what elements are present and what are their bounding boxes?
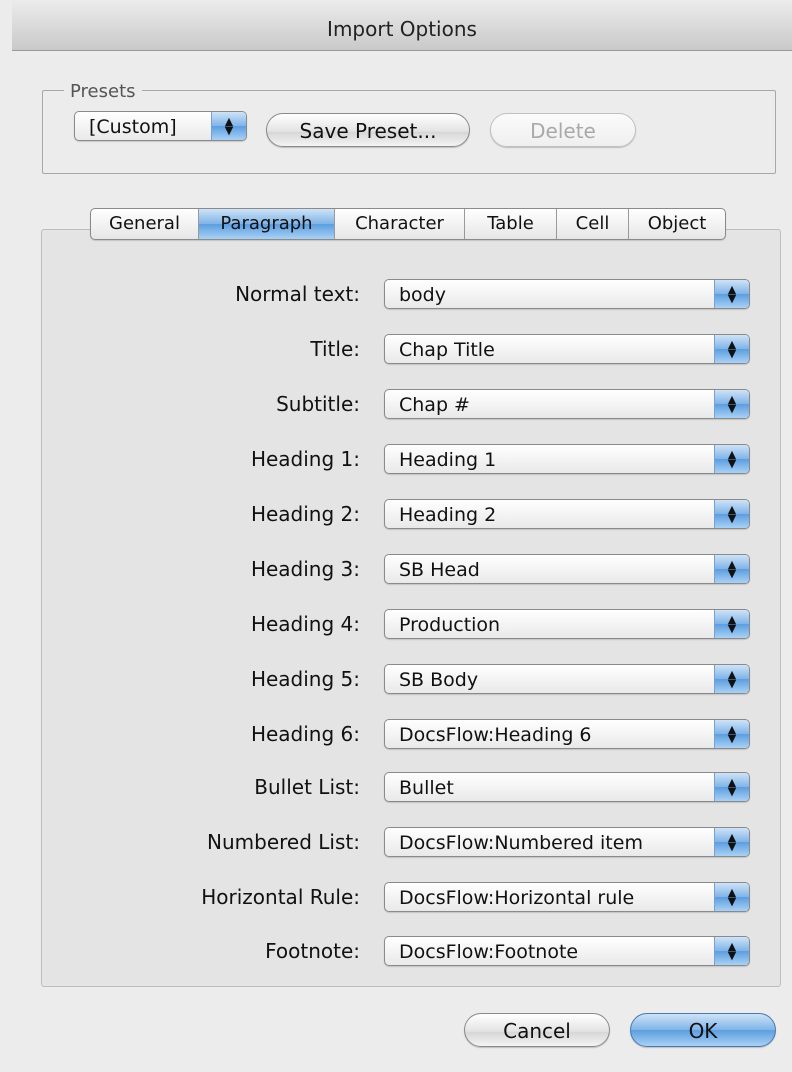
heading-2-select[interactable]: Heading 2 ▲ ▼ — [384, 499, 750, 529]
select-value: Heading 1 — [399, 449, 497, 471]
tab-general[interactable]: General — [91, 209, 199, 239]
updown-arrows-icon: ▲ ▼ — [714, 720, 749, 748]
updown-arrows-icon: ▲ ▼ — [714, 335, 749, 363]
updown-arrows-icon: ▲ ▼ — [714, 828, 749, 856]
normal-text-select[interactable]: body ▲ ▼ — [384, 279, 750, 309]
row-label-horizontal-rule: Horizontal Rule: — [201, 885, 360, 909]
subtitle-select[interactable]: Chap # ▲ ▼ — [384, 389, 750, 419]
updown-arrows-icon: ▲ ▼ — [714, 665, 749, 693]
updown-arrows-icon: ▲ ▼ — [714, 445, 749, 473]
updown-arrows-icon: ▲ ▼ — [714, 555, 749, 583]
row-label-heading-4: Heading 4: — [250, 612, 360, 636]
row-label-numbered-list: Numbered List: — [207, 830, 360, 854]
updown-arrows-icon: ▲ ▼ — [714, 937, 749, 965]
ok-button[interactable]: OK — [630, 1013, 776, 1047]
row-label-heading-3: Heading 3: — [250, 557, 360, 581]
select-value: Chap Title — [399, 339, 495, 361]
row-label-footnote: Footnote: — [265, 939, 360, 963]
row-label-bullet-list: Bullet List: — [254, 775, 360, 799]
select-value: Production — [399, 614, 501, 636]
row-label-heading-6: Heading 6: — [250, 722, 360, 746]
preset-select-value: [Custom] — [89, 116, 177, 138]
select-value: Chap # — [399, 394, 470, 416]
updown-arrows-icon: ▲ ▼ — [714, 610, 749, 638]
numbered-list-select[interactable]: DocsFlow:Numbered item ▲ ▼ — [384, 827, 750, 857]
dialog-body: Presets [Custom] ▲ ▼ Save Preset... Delet… — [12, 51, 792, 1072]
updown-arrows-icon: ▲ ▼ — [714, 500, 749, 528]
row-label-heading-1: Heading 1: — [250, 447, 360, 471]
tab-character[interactable]: Character — [335, 209, 465, 239]
select-value: DocsFlow:Numbered item — [399, 832, 643, 854]
select-value: DocsFlow:Horizontal rule — [399, 887, 635, 909]
title-select[interactable]: Chap Title ▲ ▼ — [384, 334, 750, 364]
row-label-subtitle: Subtitle: — [276, 392, 360, 416]
updown-arrows-icon: ▲ ▼ — [714, 390, 749, 418]
select-value: SB Head — [399, 559, 480, 581]
row-label-heading-2: Heading 2: — [250, 502, 360, 526]
updown-arrows-icon: ▲ ▼ — [211, 112, 246, 140]
heading-3-select[interactable]: SB Head ▲ ▼ — [384, 554, 750, 584]
select-value: Bullet — [399, 777, 454, 799]
updown-arrows-icon: ▲ ▼ — [714, 773, 749, 801]
row-label-normal-text: Normal text: — [235, 282, 360, 306]
tab-paragraph[interactable]: Paragraph — [199, 209, 335, 239]
heading-1-select[interactable]: Heading 1 ▲ ▼ — [384, 444, 750, 474]
footnote-select[interactable]: DocsFlow:Footnote ▲ ▼ — [384, 936, 750, 966]
updown-arrows-icon: ▲ ▼ — [714, 883, 749, 911]
tab-bar: General Paragraph Character Table Cell O… — [90, 208, 726, 240]
cancel-button[interactable]: Cancel — [464, 1013, 610, 1047]
window-title: Import Options — [12, 0, 792, 51]
select-value: SB Body — [399, 669, 479, 691]
heading-6-select[interactable]: DocsFlow:Heading 6 ▲ ▼ — [384, 719, 750, 749]
horizontal-rule-select[interactable]: DocsFlow:Horizontal rule ▲ ▼ — [384, 882, 750, 912]
delete-preset-button[interactable]: Delete — [490, 113, 636, 147]
row-label-title: Title: — [310, 337, 360, 361]
updown-arrows-icon: ▲ ▼ — [714, 280, 749, 308]
tab-cell[interactable]: Cell — [557, 209, 629, 239]
heading-5-select[interactable]: SB Body ▲ ▼ — [384, 664, 750, 694]
preset-select[interactable]: [Custom] ▲ ▼ — [74, 111, 247, 141]
presets-legend: Presets — [64, 81, 142, 102]
select-value: DocsFlow:Heading 6 — [399, 724, 592, 746]
select-value: body — [399, 284, 446, 306]
tab-table[interactable]: Table — [465, 209, 557, 239]
select-value: Heading 2 — [399, 504, 497, 526]
bullet-list-select[interactable]: Bullet ▲ ▼ — [384, 772, 750, 802]
select-value: DocsFlow:Footnote — [399, 941, 579, 963]
row-label-heading-5: Heading 5: — [250, 667, 360, 691]
save-preset-button[interactable]: Save Preset... — [266, 113, 470, 147]
tab-object[interactable]: Object — [629, 209, 725, 239]
heading-4-select[interactable]: Production ▲ ▼ — [384, 609, 750, 639]
